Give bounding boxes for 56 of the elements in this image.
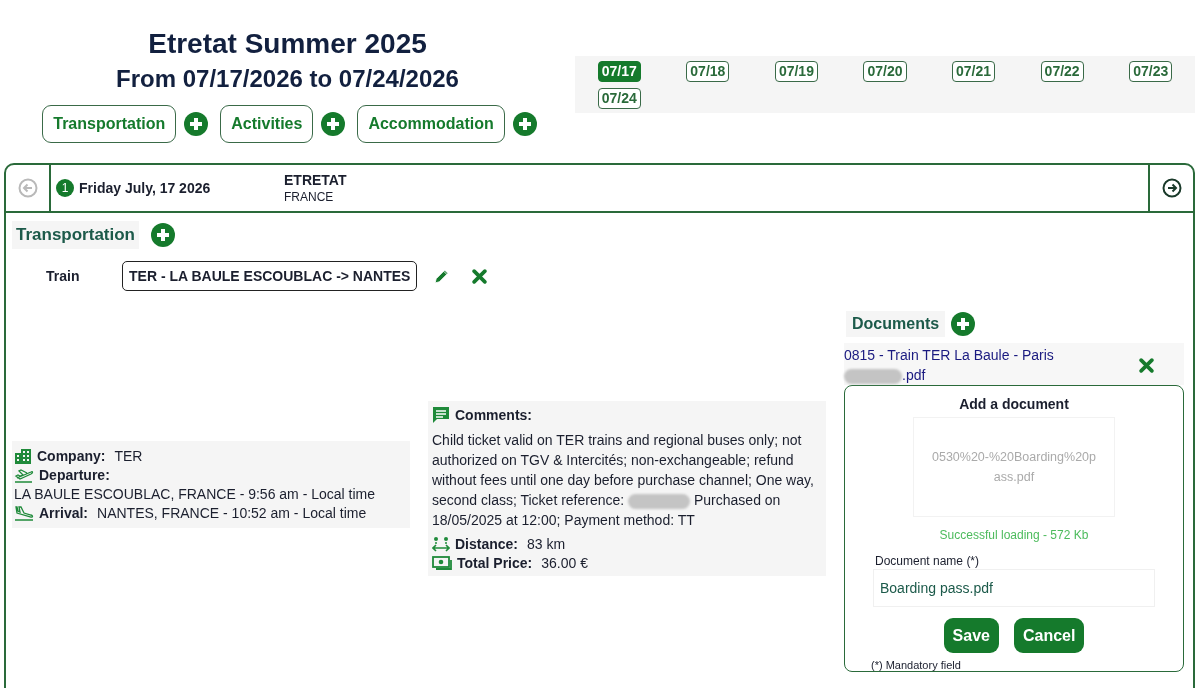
transport-name-field: TER - LA BAULE ESCOUBLAC -> NANTES — [122, 261, 418, 291]
comments-text: Child ticket valid on TER trains and regional buses only; not authorized on TGV & Intercités; non-exchangeable; refund without fees until one day before purchase channel; One way, second class; Ticket reference: Purchased on 18/05/2025 at 12:00; Payment method: TT — [432, 431, 815, 530]
panel-title: Add a document — [959, 396, 1069, 412]
detail-label: Distance: — [455, 536, 519, 552]
plane-landing-icon — [14, 505, 34, 521]
documents-title: Documents — [846, 311, 946, 337]
detail-value: 83 km — [527, 536, 566, 552]
detail-value: NANTES, FRANCE - 10:52 am - Local time — [97, 505, 367, 521]
plane-takeoff-icon — [14, 467, 34, 483]
detail-label: Company: — [37, 448, 106, 464]
mandatory-note: (*) Mandatory field — [871, 659, 962, 671]
day-tab[interactable]: 07/22 — [1040, 61, 1084, 82]
document-link[interactable]: 0815 - Train TER La Baule - Paris .pdf — [844, 345, 1074, 385]
add-icon[interactable] — [184, 112, 209, 136]
day-tab[interactable]: 07/17 — [597, 61, 641, 82]
detail-label: Departure: — [39, 467, 110, 483]
banknote-icon — [432, 555, 452, 571]
file-name: 0530%20-%20Boarding%20pass.pdf — [931, 449, 1097, 486]
delete-icon[interactable] — [1139, 357, 1154, 373]
form-button[interactable]: Save — [943, 618, 999, 653]
buildings-icon — [14, 448, 32, 464]
day-tab[interactable]: 07/18 — [686, 61, 730, 82]
category-button[interactable]: Accommodation — [357, 105, 505, 143]
field-label: Document name (*) — [875, 554, 981, 568]
day-tab[interactable]: 07/20 — [863, 61, 907, 82]
category-button[interactable]: Activities — [220, 105, 314, 143]
detail-value: 36.00 € — [541, 555, 588, 571]
trip-title: Etretat Summer 2025 — [148, 27, 427, 61]
detail-label: Total Price: — [457, 555, 533, 571]
document-name-field[interactable]: Boarding pass.pdf — [874, 570, 1154, 606]
day-tab[interactable]: 07/19 — [774, 61, 818, 82]
add-document-icon[interactable] — [951, 312, 976, 336]
detail-value: LA BAULE ESCOUBLAC, FRANCE - 9:56 am - Local time — [14, 486, 376, 502]
place-name: ETRETAT — [284, 172, 347, 188]
day-tab[interactable]: 07/23 — [1129, 61, 1173, 82]
detail-label: Arrival: — [39, 505, 89, 521]
day-tab[interactable]: 07/24 — [597, 88, 641, 109]
section-title: Transportation — [12, 221, 139, 249]
trip-dates: From 07/17/2026 to 07/24/2026 — [116, 65, 459, 93]
transport-type: Train — [46, 268, 81, 284]
form-button[interactable]: Cancel — [1013, 618, 1085, 653]
add-icon[interactable] — [512, 112, 537, 136]
day-date: Friday July, 17 2026 — [79, 180, 212, 196]
upload-status: Successful loading - 572 Kb — [939, 528, 1089, 542]
delete-icon[interactable] — [472, 268, 488, 284]
detail-value: TER — [114, 448, 143, 464]
comment-icon — [432, 406, 450, 424]
day-tab[interactable]: 07/21 — [952, 61, 996, 82]
add-icon[interactable] — [321, 112, 346, 136]
add-transport-icon[interactable] — [151, 223, 175, 247]
comments-label: Comments: — [455, 407, 532, 423]
category-button[interactable]: Transportation — [42, 105, 177, 143]
pencil-icon[interactable] — [433, 267, 451, 285]
place-country: FRANCE — [284, 190, 335, 204]
day-number-badge: 1 — [56, 179, 74, 197]
distance-icon — [432, 536, 450, 552]
